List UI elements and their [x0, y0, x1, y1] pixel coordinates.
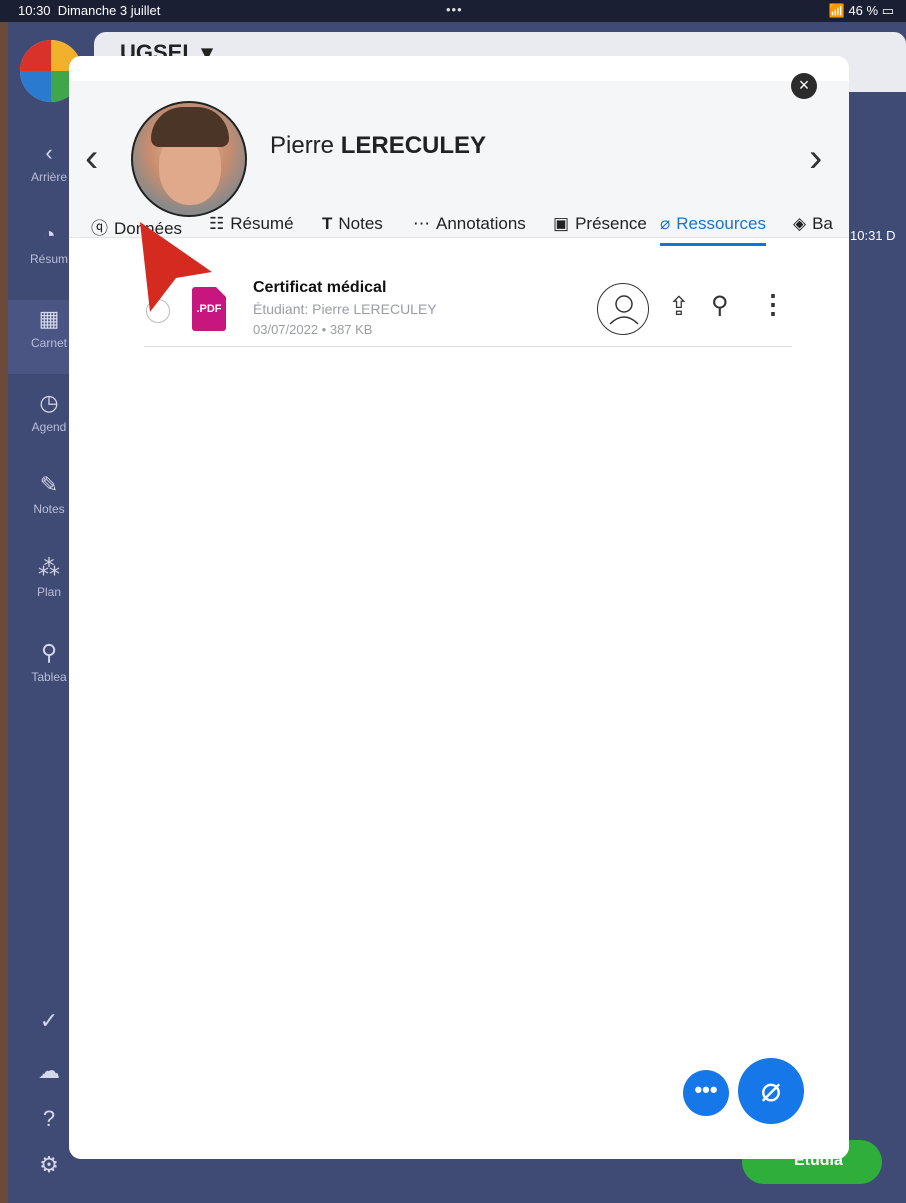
calendar-check-icon: ▣ [553, 214, 570, 233]
battery-indicator: 📶 46 % ▭ [828, 3, 894, 18]
sidebar-item-label: Tablea [31, 670, 67, 684]
sidebar-item-label: Plan [36, 585, 62, 599]
share-icon[interactable]: ⇪ [668, 291, 690, 322]
resource-row[interactable]: .PDF Certificat médical Étudiant: Pierre… [144, 271, 792, 347]
person-circle-icon: ⓠ [91, 219, 108, 238]
tab-notes[interactable]: T Notes [322, 214, 383, 246]
more-options-icon[interactable]: ⋮ [760, 289, 786, 320]
secondary-status-time: 10:31 D [850, 228, 896, 243]
badge-icon: ◈ [793, 214, 807, 233]
status-time: 10:30 Dimanche 3 juillet [18, 3, 161, 18]
previous-student-button[interactable]: ‹ [85, 136, 98, 181]
text-icon: T [322, 214, 333, 233]
tab-badges[interactable]: ◈ Ba [793, 214, 833, 246]
tab-resume[interactable]: ☷ Résumé [209, 214, 294, 246]
next-student-button[interactable]: › [809, 136, 822, 181]
student-person-icon[interactable] [597, 283, 649, 335]
annotation-icon: ⋯ [413, 214, 430, 233]
sidebar-item-label: Carnet [30, 336, 68, 350]
search-icon[interactable]: ⚲ [711, 291, 729, 320]
sidebar-item-label: Arrière [30, 170, 67, 184]
add-attachment-button[interactable]: ⌀ [738, 1058, 804, 1124]
secondary-screen: 10:31 D [846, 222, 906, 1203]
sidebar-item-label: Résum [29, 252, 68, 266]
tab-presence[interactable]: ▣ Présence [553, 214, 647, 246]
resource-student: Étudiant: Pierre LERECULEY [253, 301, 437, 317]
status-bar: 10:30 Dimanche 3 juillet ••• 📶 46 % ▭ [0, 0, 906, 22]
more-actions-button[interactable]: ••• [683, 1070, 729, 1116]
tab-annotations[interactable]: ⋯ Annotations [413, 214, 526, 246]
resource-title: Certificat médical [253, 279, 387, 296]
paperclip-icon: ⌀ [660, 214, 671, 233]
multitask-dots[interactable]: ••• [446, 2, 463, 17]
student-name: Pierre LERECULEY [270, 132, 487, 159]
red-pointer-arrow [140, 222, 212, 312]
sidebar-item-label: Agend [31, 420, 67, 434]
student-avatar [131, 101, 247, 217]
sidebar-item-label: Notes [33, 502, 65, 516]
tab-ressources[interactable]: ⌀ Ressources [660, 214, 767, 246]
resource-meta: 03/07/2022 • 387 KB [253, 322, 373, 337]
close-button[interactable]: × [791, 73, 817, 99]
